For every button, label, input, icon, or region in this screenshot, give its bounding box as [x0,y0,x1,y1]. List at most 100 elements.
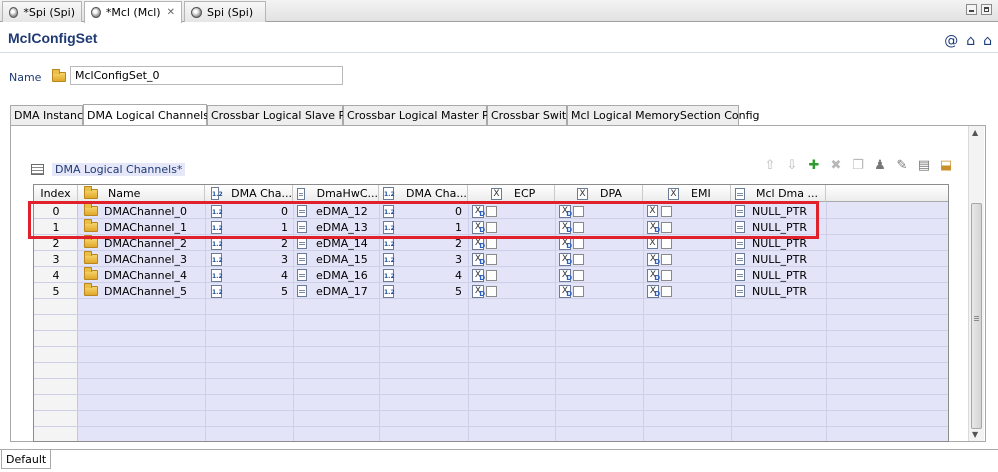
tab-spi-modified[interactable]: *Spi (Spi) [2,1,82,22]
tab-crossbar-master-ports[interactable]: Crossbar Logical Master Ports [343,105,510,125]
column-header-mcl-dma-ptr[interactable]: Mcl Dma ... [731,185,826,202]
dpa-checkbox[interactable] [573,237,584,249]
num-icon-cell [211,251,223,267]
maximize-button[interactable] [981,4,992,15]
mcl-dma-ptr-cell[interactable]: NULL_PTR [735,267,807,283]
edit-icon[interactable]: ✎ [895,158,909,173]
document-icon [735,187,745,200]
ecp-cell [472,267,497,283]
dma-channel-2-cell[interactable]: 5 [408,283,462,299]
channel-name: DMAChannel_4 [104,268,187,282]
at-icon[interactable]: @ [944,33,958,49]
tab-default[interactable]: Default [1,450,52,469]
column-header-dma-hw-channel[interactable]: DmaHwC... [293,185,379,202]
name-input[interactable] [70,66,343,85]
boolean-icon: X [577,187,588,200]
close-icon[interactable]: ✕ [167,7,175,18]
scroll-thumb[interactable] [971,203,982,429]
dpa-checkbox[interactable] [573,269,584,281]
ecp-checkbox[interactable] [486,237,497,249]
table-row[interactable]: 5 DMAChannel_5 5 eDMA_17 5 NULL_PTR [34,283,948,299]
tab-spi[interactable]: Spi (Spi) [184,1,266,22]
column-header-dma-channel-2[interactable]: DMA Cha... [379,185,468,202]
tab-label: Mcl Logical MemorySection Config [571,109,760,122]
dma-channel-cell[interactable]: 4 [234,267,288,283]
delete-icon[interactable]: ✖ [829,158,843,173]
index-cell: 5 [52,284,60,298]
emi-checkbox[interactable] [661,285,672,297]
home-icon[interactable]: ⌂ [966,33,975,49]
tab-crossbar-switch[interactable]: Crossbar Switch [487,105,579,125]
user-icon[interactable]: ♟ [873,158,887,173]
scroll-up-icon[interactable]: ▲ [972,128,978,137]
boolean-default-icon [472,253,485,266]
folder-icon [52,69,66,82]
copy-icon[interactable]: ❐ [851,158,865,173]
column-header-dma-channel[interactable]: DMA Cha... [205,185,293,202]
scroll-down-icon[interactable]: ▼ [972,430,978,439]
minimize-button[interactable] [966,4,977,15]
boolean-default-icon [472,269,485,282]
column-header-dpa[interactable]: X DPA [555,185,643,202]
folder-icon [84,235,98,248]
dpa-checkbox[interactable] [573,285,584,297]
row-divider [34,314,948,315]
ecp-checkbox[interactable] [486,269,497,281]
emi-checkbox[interactable] [661,269,672,281]
column-header-name[interactable]: Name [78,185,205,202]
properties-icon[interactable]: ▤ [917,158,931,173]
emi-cell [647,283,672,299]
tab-label: *Spi (Spi) [23,5,75,19]
dma-hw-channel-cell[interactable]: eDMA_17 [297,283,368,299]
boolean-icon: X [491,187,502,200]
tab-dma-instance[interactable]: DMA Instance [10,105,90,125]
num-icon-cell [383,251,395,267]
emi-checkbox[interactable] [661,237,672,249]
boolean-default-icon [647,285,660,298]
column-header-ecp[interactable]: X ECP [468,185,555,202]
dpa-checkbox[interactable] [573,253,584,265]
name-cell[interactable]: DMAChannel_3 [84,251,187,267]
header-label: Name [108,187,141,200]
dma-channel-cell[interactable]: 5 [234,283,288,299]
ptr-value: NULL_PTR [752,252,808,266]
ecp-checkbox[interactable] [486,285,497,297]
tab-label: Crossbar Logical Master Ports [347,109,510,122]
number-icon [211,187,223,200]
add-icon[interactable]: ✚ [807,158,821,173]
document-icon [735,269,745,281]
boolean-icon: X [668,187,679,200]
dma-channel-cell[interactable]: 3 [234,251,288,267]
table-row[interactable]: 3 DMAChannel_3 3 eDMA_15 3 NULL_PTR [34,251,948,267]
vertical-scrollbar[interactable]: ▲ ▼ [968,126,984,441]
dma-hw-channel-cell[interactable]: eDMA_15 [297,251,368,267]
mcl-dma-ptr-cell[interactable]: NULL_PTR [735,283,807,299]
column-header-index[interactable]: Index [34,185,78,202]
dma-channel-2-cell[interactable]: 4 [408,267,462,283]
tab-mcl-modified[interactable]: *Mcl (Mcl) ✕ [84,1,182,23]
emi-checkbox[interactable] [661,253,672,265]
settings-icon[interactable]: ⌂ [983,33,992,49]
tab-memory-section-config[interactable]: Mcl Logical MemorySection Config [567,105,760,125]
dma-channel-2-cell[interactable]: 3 [408,251,462,267]
move-up-icon[interactable]: ⇧ [763,158,777,173]
tab-crossbar-slave-ports[interactable]: Crossbar Logical Slave Ports [207,105,366,125]
ecp-checkbox[interactable] [486,253,497,265]
mcl-dma-ptr-cell[interactable]: NULL_PTR [735,251,807,267]
column-header-emi[interactable]: X EMI [643,185,731,202]
table-row[interactable]: 4 DMAChannel_4 4 eDMA_16 4 NULL_PTR [34,267,948,283]
row-divider [34,362,948,363]
move-down-icon[interactable]: ⇩ [785,158,799,173]
tab-dma-logical-channels[interactable]: DMA Logical Channels [83,104,209,125]
document-icon [297,187,305,200]
name-cell[interactable]: DMAChannel_4 [84,267,187,283]
editor-tab-bar: *Spi (Spi) *Mcl (Mcl) ✕ Spi (Spi) [0,0,998,23]
dma-hw-channel-cell[interactable]: eDMA_16 [297,267,368,283]
name-cell[interactable]: DMAChannel_5 [84,283,187,299]
ptr-value: NULL_PTR [752,284,808,298]
export-icon[interactable]: ⬓ [939,158,953,173]
number-icon [383,284,395,298]
bottom-divider [0,449,998,450]
header-label: Index [40,187,71,200]
ptr-value: NULL_PTR [752,268,808,282]
